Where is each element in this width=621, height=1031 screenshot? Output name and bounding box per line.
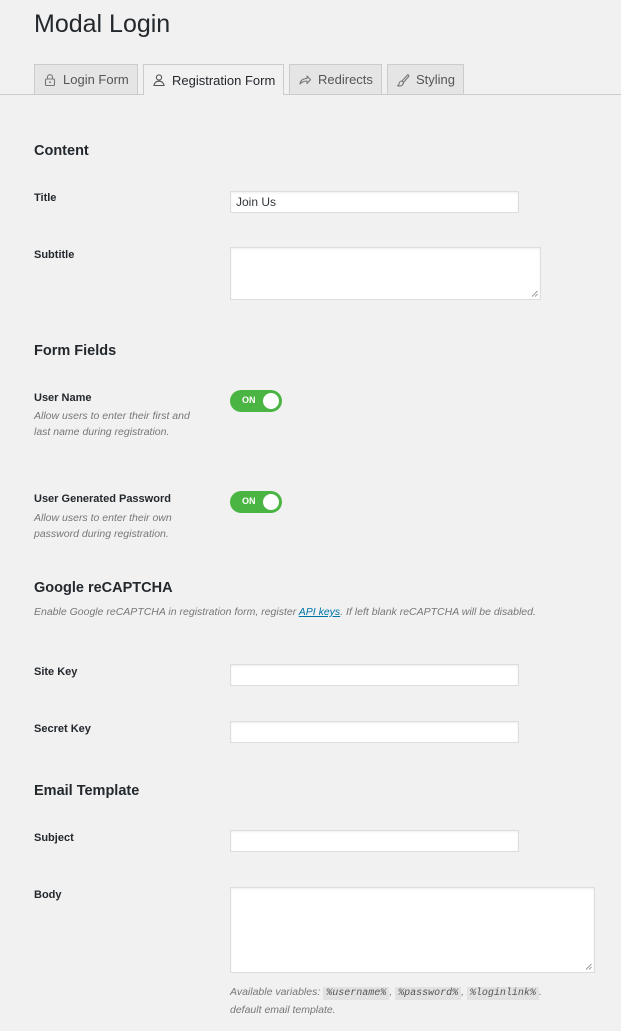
site-key-input[interactable] [230, 664, 519, 686]
subject-input[interactable] [230, 830, 519, 852]
body-label: Body [34, 889, 62, 901]
user-password-toggle[interactable]: ON [230, 491, 282, 513]
var-loginlink: %loginlink% [466, 987, 539, 1000]
toggle-knob [263, 393, 279, 409]
subject-label: Subject [34, 832, 74, 844]
help-text-before: Enable Google reCAPTCHA in registration … [34, 606, 299, 618]
page-title: Modal Login [34, 10, 171, 38]
user-icon [152, 73, 166, 87]
resize-grip-icon[interactable] [531, 290, 538, 297]
tab-label: Styling [416, 72, 456, 87]
tab-redirects[interactable]: Redirects [289, 64, 382, 94]
tab-registration-form[interactable]: Registration Form [143, 64, 285, 95]
toggle-state-label: ON [242, 395, 256, 405]
title-label: Title [34, 192, 57, 204]
body-textarea[interactable] [230, 887, 595, 973]
section-form-fields-heading: Form Fields [34, 343, 117, 359]
tab-styling[interactable]: Styling [387, 64, 465, 94]
var-username: %username% [323, 987, 390, 1000]
subtitle-label: Subtitle [34, 249, 75, 261]
user-name-toggle[interactable]: ON [230, 390, 282, 412]
resize-grip-icon[interactable] [585, 963, 592, 970]
help-text-after: . If left blank reCAPTCHA will be disabl… [340, 606, 536, 618]
secret-key-input[interactable] [230, 721, 519, 743]
tab-label: Login Form [63, 72, 129, 87]
share-arrow-icon [298, 73, 312, 87]
vars-suffix: default email template. [230, 1004, 336, 1016]
var-password: %password% [395, 987, 462, 1000]
api-keys-link[interactable]: API keys [299, 606, 340, 618]
tab-label: Registration Form [172, 72, 276, 88]
section-recaptcha-heading: Google reCAPTCHA [34, 580, 173, 596]
secret-key-label: Secret Key [34, 723, 91, 735]
section-content-heading: Content [34, 143, 89, 159]
user-name-description: Allow users to enter their first and las… [34, 410, 190, 438]
tab-label: Redirects [318, 72, 373, 87]
brush-icon [396, 73, 410, 87]
toggle-state-label: ON [242, 496, 256, 506]
tab-login-form[interactable]: Login Form [34, 64, 138, 94]
lock-icon [43, 73, 57, 87]
subtitle-textarea[interactable] [230, 247, 541, 300]
toggle-knob [263, 494, 279, 510]
user-password-description: Allow users to enter their own password … [34, 512, 172, 540]
section-email-template-heading: Email Template [34, 783, 140, 799]
user-name-label: User Name [34, 392, 92, 404]
tabs-divider [0, 94, 621, 95]
site-key-label: Site Key [34, 666, 78, 678]
vars-prefix: Available variables: [230, 986, 324, 998]
title-input[interactable] [230, 191, 519, 213]
available-variables-text: Available variables: %username%, %passwo… [230, 986, 542, 1016]
user-password-label: User Generated Password [34, 493, 171, 505]
recaptcha-help-text: Enable Google reCAPTCHA in registration … [34, 606, 536, 618]
